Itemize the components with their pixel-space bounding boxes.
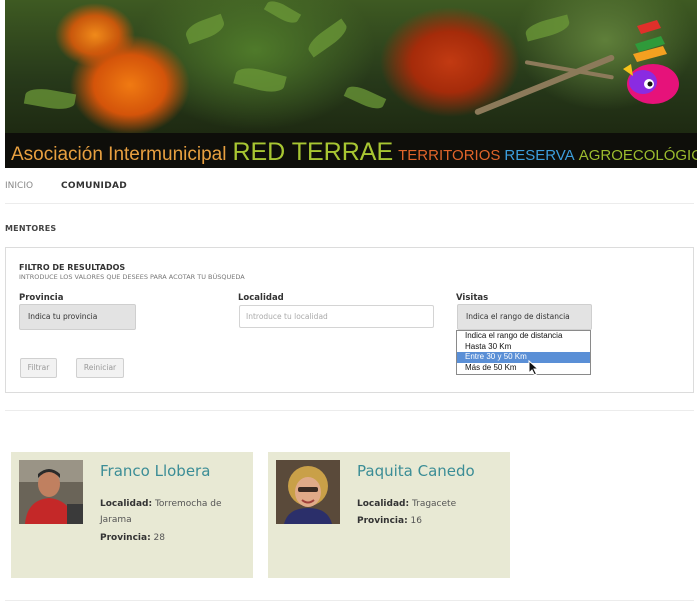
localidad-value: Tragacete (411, 499, 457, 509)
mentor-card[interactable]: Paquita Canedo Localidad: Tragacete Prov… (268, 452, 510, 578)
provincia-key: Provincia: (357, 516, 408, 526)
provincia-value: 16 (410, 516, 422, 526)
dropdown-option[interactable]: Más de 50 Km (457, 363, 590, 374)
header-banner: Asociación Intermunicipal RED TERRAE TER… (5, 0, 697, 168)
divider (5, 600, 694, 601)
mentor-provincia: Provincia: 16 (357, 513, 502, 529)
visitas-dropdown-list: Indica el rango de distancia Hasta 30 Km… (456, 330, 591, 375)
banner-org-text: Asociación Intermunicipal (11, 144, 227, 165)
divider (5, 203, 694, 204)
mentor-name[interactable]: Franco Llobera (100, 462, 210, 480)
mentor-card[interactable]: Franco Llobera Localidad: Torremocha de … (11, 452, 253, 578)
avatar (19, 460, 83, 524)
bird-logo-icon (623, 20, 679, 104)
banner-territorios: TERRITORIOS (398, 147, 501, 164)
filter-title: FILTRO DE RESULTADOS (19, 263, 126, 272)
avatar (276, 460, 340, 524)
banner-title: Asociación Intermunicipal RED TERRAE TER… (5, 133, 697, 168)
reiniciar-button[interactable]: Reiniciar (76, 358, 124, 378)
localidad-key: Localidad: (357, 499, 410, 509)
filter-subtitle: INTRODUCE LOS VALORES QUE DESEES PARA AC… (19, 273, 245, 281)
mentor-localidad: Localidad: Torremocha de Jarama (100, 496, 245, 528)
nav-item-inicio[interactable]: INICIO (5, 181, 33, 191)
dropdown-option[interactable]: Indica el rango de distancia (457, 331, 590, 342)
provincia-select[interactable]: Indica tu provincia (19, 304, 136, 330)
provincia-value: 28 (153, 533, 165, 543)
dropdown-option-highlighted[interactable]: Entre 30 y 50 Km (457, 352, 590, 363)
localidad-label: Localidad (238, 293, 284, 303)
banner-red-terrae: RED TERRAE (232, 138, 394, 166)
divider (5, 410, 694, 411)
visitas-label: Visitas (456, 293, 489, 303)
nav-item-comunidad[interactable]: COMUNIDAD (61, 181, 127, 191)
localidad-key: Localidad: (100, 499, 153, 509)
localidad-input[interactable]: Introduce tu localidad (239, 305, 434, 328)
mentor-photo-icon (276, 460, 340, 524)
provincia-label: Provincia (19, 293, 64, 303)
filtrar-button[interactable]: Filtrar (20, 358, 57, 378)
visitas-select[interactable]: Indica el rango de distancia (457, 304, 592, 330)
dropdown-option[interactable]: Hasta 30 Km (457, 342, 590, 353)
page-title: MENTORES (5, 224, 57, 233)
banner-agroecologicos: AGROECOLÓGICOS (578, 147, 697, 164)
mentor-name[interactable]: Paquita Canedo (357, 462, 475, 480)
mentor-photo-icon (19, 460, 83, 524)
mentor-localidad: Localidad: Tragacete (357, 496, 502, 512)
mentor-provincia: Provincia: 28 (100, 530, 245, 546)
banner-photo (5, 0, 697, 133)
banner-reserva: RESERVA (504, 147, 575, 164)
mouse-cursor-icon (528, 360, 540, 376)
provincia-key: Provincia: (100, 533, 151, 543)
